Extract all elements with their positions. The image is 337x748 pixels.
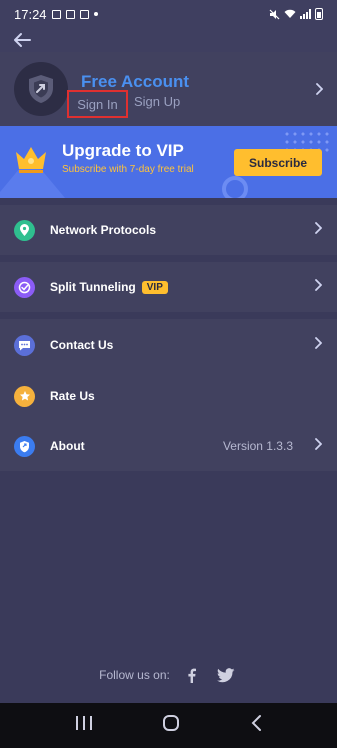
footer: Follow us on: (0, 660, 337, 690)
notification-icon-2 (79, 9, 89, 19)
menu-label-about: About (50, 439, 85, 453)
chevron-right-icon (314, 221, 323, 239)
sign-up-link[interactable]: Sign Up (134, 94, 180, 109)
menu-label-network-protocols: Network Protocols (50, 223, 157, 237)
back-button[interactable] (10, 28, 34, 52)
wifi-icon (284, 9, 296, 18)
mute-icon (269, 9, 280, 19)
subscribe-button[interactable]: Subscribe (234, 149, 322, 176)
vip-subtitle: Subscribe with 7-day free trial (62, 164, 194, 175)
menu-item-contact-us[interactable]: Contact Us (0, 319, 337, 371)
menu-item-about[interactable]: About Version 1.3.3 (0, 421, 337, 471)
vip-badge: VIP (141, 280, 168, 294)
chevron-right-icon (314, 437, 323, 455)
chat-icon (14, 334, 35, 356)
menu-label-split-tunneling: Split Tunneling (50, 280, 136, 294)
back-arrow-icon (14, 33, 31, 47)
location-pin-icon (14, 219, 35, 241)
account-section[interactable]: Free Account Sign In Sign Up (0, 52, 337, 126)
recent-apps-icon[interactable] (75, 715, 93, 736)
shield-logo-icon (29, 75, 53, 103)
home-icon[interactable] (162, 714, 180, 737)
status-bar: 17:24 (0, 0, 337, 28)
menu-label-contact-us: Contact Us (50, 338, 114, 352)
battery-icon (315, 8, 323, 20)
menu-item-split-tunneling[interactable]: Split Tunneling VIP (0, 262, 337, 312)
status-time: 17:24 (14, 6, 47, 22)
chevron-right-icon (315, 82, 324, 100)
chevron-right-icon (314, 336, 323, 354)
shield-icon (14, 435, 35, 457)
avatar (14, 62, 68, 116)
follow-us-text: Follow us on: (99, 668, 170, 682)
star-icon (14, 385, 35, 407)
split-tunneling-icon (14, 276, 35, 298)
menu-item-rate-us[interactable]: Rate Us (0, 371, 337, 421)
more-notifications-icon (93, 12, 98, 16)
banner-decoration-circle (222, 176, 248, 198)
status-right (269, 8, 323, 20)
sign-in-link[interactable]: Sign In (67, 90, 128, 118)
account-title: Free Account (81, 72, 190, 91)
notification-icon (65, 9, 75, 19)
top-app-bar (0, 28, 337, 52)
signal-icon (300, 9, 311, 19)
status-left: 17:24 (14, 7, 98, 22)
facebook-icon[interactable] (182, 668, 202, 683)
crown-icon (13, 144, 49, 179)
gallery-notification-icon (51, 9, 61, 19)
back-nav-icon[interactable] (250, 714, 262, 737)
twitter-icon[interactable] (214, 667, 238, 683)
chevron-right-icon (314, 278, 323, 296)
system-nav-bar (0, 703, 337, 748)
version-text: Version 1.3.3 (222, 439, 293, 453)
vip-title: Upgrade to VIP (62, 141, 184, 160)
upgrade-vip-banner[interactable]: Upgrade to VIP Subscribe with 7-day free… (0, 126, 337, 198)
menu-label-rate-us: Rate Us (50, 389, 95, 403)
menu-item-network-protocols[interactable]: Network Protocols (0, 205, 337, 255)
